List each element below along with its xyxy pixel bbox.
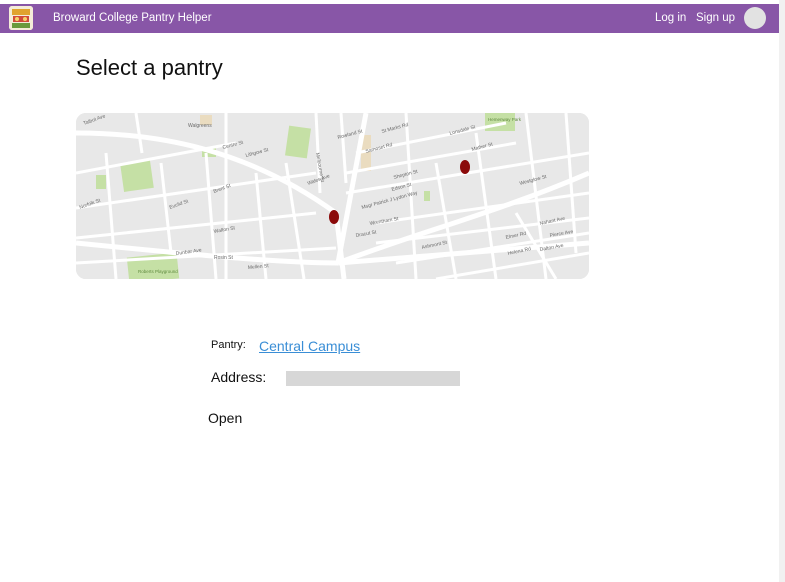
pantry-name-link[interactable]: Central Campus — [259, 338, 360, 354]
map-street-label: Rosin St — [214, 255, 234, 261]
window-right-edge — [779, 0, 785, 582]
map-park-label: Roberts Playground — [138, 269, 178, 274]
user-avatar[interactable] — [744, 7, 766, 29]
login-link[interactable]: Log in — [655, 12, 686, 24]
pantry-status: Open — [208, 410, 243, 426]
map-park — [285, 125, 311, 159]
map-park-label: Hemenway Park — [488, 117, 522, 122]
signup-link[interactable]: Sign up — [696, 12, 735, 24]
map-park — [96, 175, 106, 189]
page-title: Select a pantry — [76, 55, 223, 80]
map-park — [424, 191, 430, 201]
pantry-logo-icon[interactable] — [9, 6, 33, 30]
top-navigation-bar: Broward College Pantry Helper Log in Sig… — [0, 4, 779, 33]
pantry-map[interactable]: Talbot Ave Walgreens Centre St Lithgow S… — [76, 113, 589, 279]
pantry-marker[interactable] — [460, 160, 470, 174]
app-title[interactable]: Broward College Pantry Helper — [53, 12, 212, 24]
pantry-marker[interactable] — [329, 210, 339, 224]
map-park — [485, 113, 515, 131]
map-street-label: Walgreens — [188, 123, 212, 129]
pantry-label: Pantry: — [211, 339, 246, 351]
address-value — [286, 371, 460, 386]
address-label: Address: — [211, 369, 267, 385]
